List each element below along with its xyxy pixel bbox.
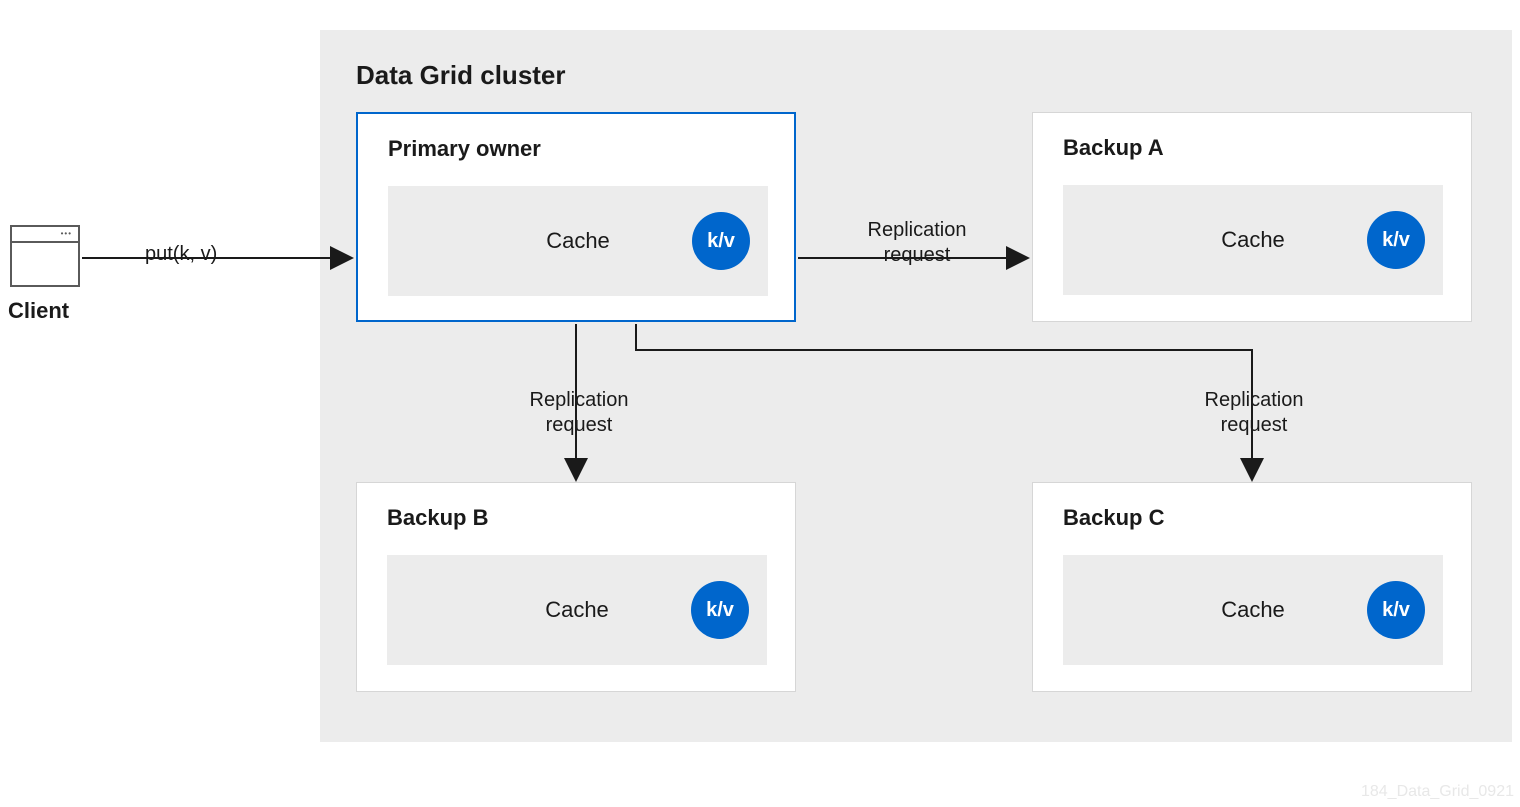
kv-badge: k/v [1367, 211, 1425, 269]
kv-badge: k/v [1367, 581, 1425, 639]
cache-box: Cache k/v [1063, 555, 1443, 665]
node-backup-c: Backup C Cache k/v [1032, 482, 1472, 692]
window-dots-icon: ••• [61, 229, 72, 238]
cache-box: Cache k/v [1063, 185, 1443, 295]
diagram-canvas: ••• Client Data Grid cluster Primary own… [0, 0, 1520, 807]
node-title: Backup C [1063, 505, 1164, 531]
node-backup-b: Backup B Cache k/v [356, 482, 796, 692]
node-backup-a: Backup A Cache k/v [1032, 112, 1472, 322]
cache-box: Cache k/v [388, 186, 768, 296]
edge-label-replication-a: Replicationrequest [818, 218, 1016, 268]
client-window-icon: ••• [10, 225, 80, 287]
edge-label-replication-b: Replicationrequest [480, 388, 678, 438]
node-title: Primary owner [388, 136, 541, 162]
cache-label: Cache [546, 228, 610, 254]
client-titlebar: ••• [12, 227, 78, 243]
kv-badge: k/v [691, 581, 749, 639]
cache-label: Cache [1221, 597, 1285, 623]
node-title: Backup A [1063, 135, 1164, 161]
cache-box: Cache k/v [387, 555, 767, 665]
node-primary-owner: Primary owner Cache k/v [356, 112, 796, 322]
cluster-box: Data Grid cluster Primary owner Cache k/… [320, 30, 1512, 742]
client-label: Client [8, 298, 69, 324]
node-title: Backup B [387, 505, 488, 531]
cache-label: Cache [545, 597, 609, 623]
kv-badge: k/v [692, 212, 750, 270]
edge-label-replication-c: Replicationrequest [1155, 388, 1353, 438]
edge-label-put: put(k, v) [145, 242, 217, 267]
cache-label: Cache [1221, 227, 1285, 253]
footer-mark: 184_Data_Grid_0921 [1361, 783, 1514, 801]
cluster-title: Data Grid cluster [356, 60, 566, 91]
